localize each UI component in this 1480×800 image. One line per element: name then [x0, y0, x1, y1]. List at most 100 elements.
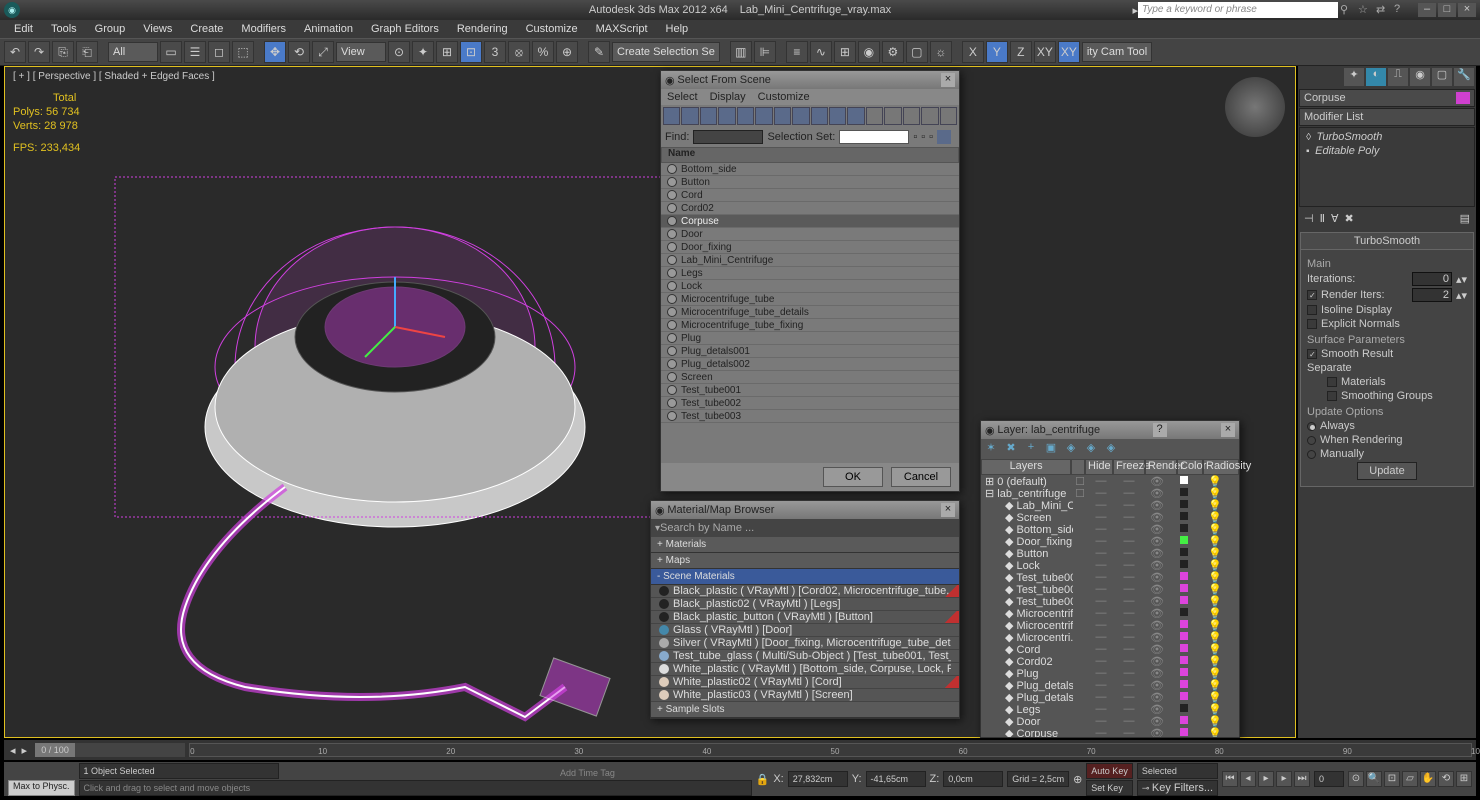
keymode-dropdown[interactable]: Selected — [1137, 763, 1218, 779]
autokey-button[interactable]: Auto Key — [1086, 763, 1133, 779]
maximize-vp-button[interactable]: ⊞ — [1456, 771, 1472, 787]
menu-graph editors[interactable]: Graph Editors — [363, 23, 447, 35]
hierarchy-tab-icon[interactable]: ⎍ — [1388, 68, 1408, 86]
show-result-icon[interactable]: Ⅱ — [1320, 212, 1325, 225]
motion-tab-icon[interactable]: ◉ — [1410, 68, 1430, 86]
scene-item[interactable]: Lock — [661, 280, 959, 293]
scene-item[interactable]: Door — [661, 228, 959, 241]
scene-item[interactable]: Plug_detals002 — [661, 358, 959, 371]
layer-item[interactable]: ◆ Plug_detals001——👁💡 — [981, 679, 1239, 691]
scene-item[interactable]: Test_tube002 — [661, 397, 959, 410]
percent-snap-button[interactable]: % — [532, 41, 554, 63]
sep-materials-checkbox[interactable] — [1327, 377, 1337, 387]
scene-item[interactable]: Microcentrifuge_tube_fixing — [661, 319, 959, 332]
sep-smgroups-checkbox[interactable] — [1327, 391, 1337, 401]
rotate-button[interactable]: ⟲ — [288, 41, 310, 63]
time-slider[interactable]: ◂▸ 0 / 100 0102030405060708090100 — [4, 740, 1476, 760]
highlight-icon[interactable]: ◈ — [1063, 441, 1079, 457]
setkey-button[interactable]: Set Key — [1086, 780, 1133, 796]
material-item[interactable]: White_plastic ( VRayMtl ) [Bottom_side, … — [651, 663, 959, 676]
goto-start-button[interactable]: ⏮ — [1222, 771, 1238, 787]
update-always-radio[interactable] — [1307, 422, 1316, 431]
keymode-button[interactable]: ⊞ — [436, 41, 458, 63]
name-column-header[interactable]: Name — [661, 147, 959, 163]
scene-item[interactable]: Lab_Mini_Centrifuge — [661, 254, 959, 267]
explicit-normals-checkbox[interactable] — [1307, 319, 1317, 329]
update-render-radio[interactable] — [1307, 436, 1316, 445]
menu-group[interactable]: Group — [87, 23, 134, 35]
freeze-icon[interactable]: ◈ — [1103, 441, 1119, 457]
menu-rendering[interactable]: Rendering — [449, 23, 516, 35]
add-to-layer-icon[interactable]: + — [1023, 441, 1039, 457]
layer-item[interactable]: ◆ Microcentri...tu——👁💡 — [981, 631, 1239, 643]
select-name-button[interactable]: ☰ — [184, 41, 206, 63]
material-editor-button[interactable]: ◉ — [858, 41, 880, 63]
layer-item[interactable]: ◆ Cord02——👁💡 — [981, 655, 1239, 667]
curve-editor-button[interactable]: ∿ — [810, 41, 832, 63]
scene-materials-group[interactable]: - Scene Materials — [651, 569, 959, 585]
render-setup-button[interactable]: ⚙ — [882, 41, 904, 63]
smooth-result-checkbox[interactable] — [1307, 349, 1317, 359]
menu-create[interactable]: Create — [182, 23, 231, 35]
material-item[interactable]: Black_plastic02 ( VRayMtl ) [Legs] — [651, 598, 959, 611]
time-config-button[interactable]: ⊙ — [1348, 771, 1364, 787]
scene-item[interactable]: Plug_detals001 — [661, 345, 959, 358]
select-button[interactable]: ▭ — [160, 41, 182, 63]
layer-item[interactable]: ◆ Door——👁💡 — [981, 715, 1239, 727]
viewport-label[interactable]: [ + ] [ Perspective ] [ Shaded + Edged F… — [13, 71, 215, 82]
angle-snap-button[interactable]: ⦻ — [508, 41, 530, 63]
hide-icon[interactable]: ◈ — [1083, 441, 1099, 457]
material-item[interactable]: Silver ( VRayMtl ) [Door_fixing, Microce… — [651, 637, 959, 650]
schematic-button[interactable]: ⊞ — [834, 41, 856, 63]
menu-animation[interactable]: Animation — [296, 23, 361, 35]
layer-item[interactable]: ◆ Button——👁💡 — [981, 547, 1239, 559]
render-button[interactable]: ☼ — [930, 41, 952, 63]
display-tab-icon[interactable]: ▢ — [1432, 68, 1452, 86]
link-button[interactable]: ⎘ — [52, 41, 74, 63]
z-coord-field[interactable]: 0,0cm — [943, 771, 1003, 787]
layer-item[interactable]: ◆ Test_tube001——👁💡 — [981, 595, 1239, 607]
dialog-help-button[interactable]: ? — [1153, 423, 1167, 437]
pin-stack-icon[interactable]: ⊣ — [1304, 212, 1314, 225]
key-filters-button[interactable]: Key Filters... — [1152, 782, 1213, 794]
manip-button[interactable]: ✦ — [412, 41, 434, 63]
material-item[interactable]: Test_tube_glass ( Multi/Sub-Object ) [Te… — [651, 650, 959, 663]
menu-modifiers[interactable]: Modifiers — [233, 23, 294, 35]
dialog-close-button[interactable]: × — [1221, 423, 1235, 437]
selection-filter-dropdown[interactable]: All — [108, 42, 158, 62]
layer-item[interactable]: ◆ Corpuse——👁💡 — [981, 727, 1239, 737]
scene-item[interactable]: Corpuse — [661, 215, 959, 228]
scene-item[interactable]: Microcentrifuge_tube — [661, 293, 959, 306]
minimize-button[interactable]: – — [1418, 3, 1436, 17]
create-tab-icon[interactable]: ✦ — [1344, 68, 1364, 86]
scene-item[interactable]: Cord02 — [661, 202, 959, 215]
fov-button[interactable]: ▱ — [1402, 771, 1418, 787]
scale-button[interactable]: ⤢ — [312, 41, 334, 63]
render-frame-button[interactable]: ▢ — [906, 41, 928, 63]
axis-xy-button[interactable]: XY — [1034, 41, 1056, 63]
orbit-button[interactable]: ⟲ — [1438, 771, 1454, 787]
layer-item[interactable]: ◆ Screen——👁💡 — [981, 511, 1239, 523]
next-frame-button[interactable]: ▸ — [1276, 771, 1292, 787]
move-button[interactable]: ✥ — [264, 41, 286, 63]
current-frame-field[interactable]: 0 — [1314, 771, 1344, 787]
add-time-tag[interactable]: Add Time Tag — [560, 768, 615, 778]
menu-edit[interactable]: Edit — [6, 23, 41, 35]
scene-item[interactable]: Test_tube001 — [661, 384, 959, 397]
camtool-dropdown[interactable]: ity Cam Tool — [1082, 42, 1152, 62]
favorite-icon[interactable]: ☆ — [1358, 3, 1372, 17]
modifier-list-dropdown[interactable]: Modifier List — [1299, 108, 1475, 126]
material-item[interactable]: Black_plastic_button ( VRayMtl ) [Button… — [651, 611, 959, 624]
exchange-icon[interactable]: ⇄ — [1376, 3, 1390, 17]
menu-help[interactable]: Help — [658, 23, 697, 35]
axis-z-button[interactable]: Z — [1010, 41, 1032, 63]
scene-item[interactable]: Cord — [661, 189, 959, 202]
maps-group[interactable]: + Maps — [651, 553, 959, 569]
render-iters-spinner[interactable]: 2 — [1412, 288, 1452, 302]
ok-button[interactable]: OK — [823, 467, 883, 487]
iterations-spinner[interactable]: 0 — [1412, 272, 1452, 286]
find-input[interactable] — [693, 130, 763, 144]
scene-item[interactable]: Plug — [661, 332, 959, 345]
material-item[interactable]: Black_plastic ( VRayMtl ) [Cord02, Micro… — [651, 585, 959, 598]
update-button[interactable]: Update — [1357, 462, 1417, 480]
